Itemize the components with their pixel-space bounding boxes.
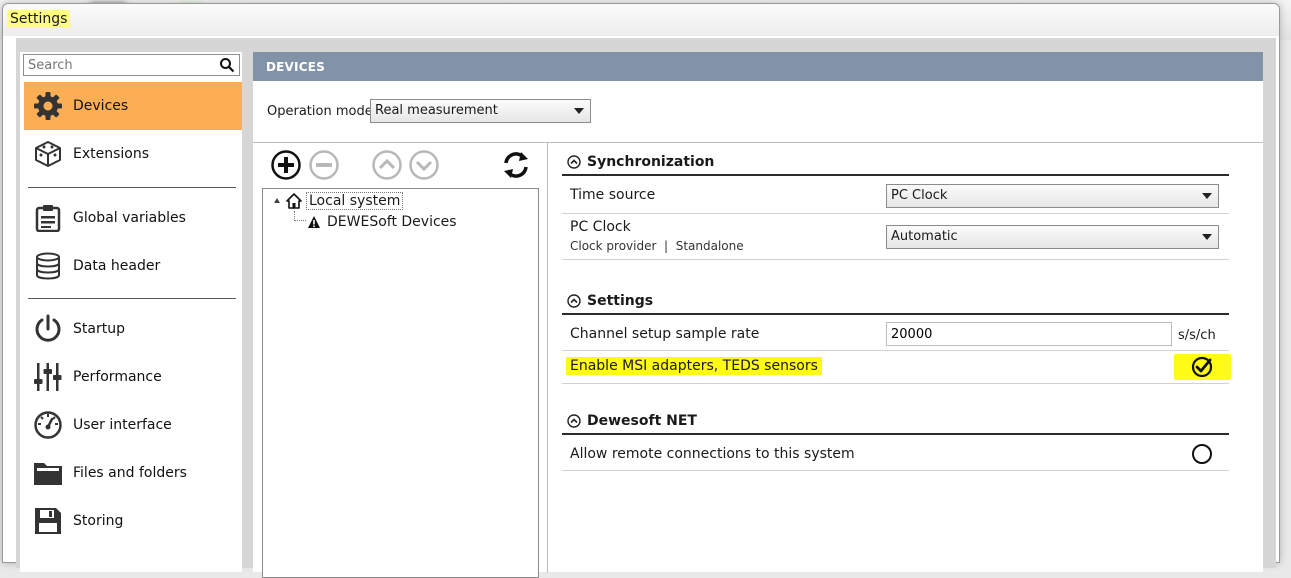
remove-device-button[interactable] bbox=[308, 149, 340, 181]
operation-mode-dropdown[interactable]: Real measurement bbox=[370, 99, 591, 123]
operation-mode-label: Operation mode bbox=[267, 104, 373, 119]
sidebar-item-label: Devices bbox=[73, 98, 129, 114]
sidebar-item-label: Startup bbox=[73, 321, 125, 337]
time-source-label: Time source bbox=[570, 187, 656, 203]
sidebar-item-label: Performance bbox=[73, 369, 162, 385]
panel-header: DEVICES bbox=[253, 52, 1263, 81]
power-icon bbox=[32, 313, 64, 345]
pc-clock-label: PC Clock bbox=[570, 219, 631, 235]
floppy-disk-icon bbox=[32, 505, 64, 537]
tree-expand-toggle[interactable] bbox=[274, 198, 280, 203]
sidebar-item-label: Extensions bbox=[73, 146, 150, 162]
devices-panel: DEVICES Operation mode Real measurement bbox=[253, 52, 1263, 578]
sidebar-divider bbox=[28, 298, 236, 299]
tree-item-local-system[interactable]: Local system bbox=[286, 191, 404, 211]
sample-rate-input[interactable] bbox=[886, 322, 1172, 346]
tree-item-label: Local system bbox=[306, 192, 404, 210]
chevron-up-icon bbox=[567, 414, 581, 428]
sidebar-item-storing[interactable]: Storing bbox=[24, 497, 242, 545]
section-title: Settings bbox=[587, 293, 654, 309]
window-title: Settings bbox=[7, 10, 71, 28]
cube-icon bbox=[32, 138, 64, 170]
remote-connections-row: Allow remote connections to this system bbox=[562, 437, 1229, 471]
sidebar-item-devices[interactable]: Devices bbox=[24, 82, 242, 130]
chevron-down-icon bbox=[1202, 234, 1212, 240]
section-title: Dewesoft NET bbox=[587, 413, 697, 429]
settings-window: Settings Search Devices Extensions Globa… bbox=[2, 3, 1280, 578]
tree-item-label: DEWESoft Devices bbox=[327, 214, 457, 230]
dewesoft-net-section-header[interactable]: Dewesoft NET bbox=[562, 409, 1229, 435]
search-input[interactable] bbox=[24, 55, 209, 75]
search-icon[interactable] bbox=[219, 57, 235, 73]
section-title: Synchronization bbox=[587, 154, 715, 170]
divider bbox=[253, 142, 1263, 143]
chevron-down-icon bbox=[574, 108, 584, 114]
msi-adapters-label: Enable MSI adapters, TEDS sensors bbox=[566, 357, 822, 375]
chevron-up-icon bbox=[567, 294, 581, 308]
home-icon bbox=[286, 193, 302, 209]
tree-connector bbox=[294, 211, 306, 221]
settings-section-header[interactable]: Settings bbox=[562, 289, 1229, 315]
gear-icon bbox=[32, 90, 64, 122]
clipboard-icon bbox=[32, 202, 64, 234]
sample-rate-unit: s/s/ch bbox=[1178, 328, 1216, 343]
device-tree: Local system DEWESoft Devices bbox=[262, 188, 539, 578]
chevron-up-icon bbox=[567, 155, 581, 169]
gauge-icon bbox=[32, 409, 64, 441]
sample-rate-label: Channel setup sample rate bbox=[570, 326, 760, 342]
title-bar: Settings bbox=[3, 4, 1279, 36]
pc-clock-value: Automatic bbox=[891, 229, 958, 244]
divider bbox=[547, 143, 548, 573]
operation-mode-value: Real measurement bbox=[375, 103, 498, 118]
sidebar-item-files-and-folders[interactable]: Files and folders bbox=[24, 449, 242, 497]
add-device-button[interactable] bbox=[270, 149, 302, 181]
remote-connections-checkbox[interactable] bbox=[1191, 443, 1213, 465]
sidebar-item-label: Files and folders bbox=[73, 465, 187, 481]
pc-clock-dropdown[interactable]: Automatic bbox=[886, 225, 1219, 249]
sidebar-item-extensions[interactable]: Extensions bbox=[24, 130, 242, 178]
sliders-icon bbox=[32, 361, 64, 393]
tree-item-dewesoft-devices[interactable]: DEWESoft Devices bbox=[307, 212, 457, 232]
move-up-button[interactable] bbox=[371, 149, 403, 181]
refresh-button[interactable] bbox=[500, 149, 532, 181]
folder-icon bbox=[32, 457, 64, 489]
database-icon bbox=[32, 250, 64, 282]
pc-clock-description: Clock provider | Standalone bbox=[570, 239, 744, 253]
settings-client-area: Devices Extens bbox=[16, 38, 1276, 578]
warning-icon bbox=[308, 216, 320, 228]
time-source-dropdown[interactable]: PC Clock bbox=[886, 184, 1219, 208]
synchronization-section-header[interactable]: Synchronization bbox=[562, 150, 1229, 176]
sidebar-item-label: Storing bbox=[73, 513, 124, 529]
sidebar-divider bbox=[28, 187, 236, 188]
search-box bbox=[23, 54, 240, 76]
sidebar-item-label: User interface bbox=[73, 417, 172, 433]
msi-adapters-row: Enable MSI adapters, TEDS sensors bbox=[562, 352, 1229, 384]
remote-connections-label: Allow remote connections to this system bbox=[570, 446, 855, 462]
sidebar-item-performance[interactable]: Performance bbox=[24, 353, 242, 401]
sidebar-item-global-variables[interactable]: Global variables bbox=[24, 194, 242, 242]
sidebar-item-startup[interactable]: Startup bbox=[24, 305, 242, 353]
time-source-value: PC Clock bbox=[891, 188, 948, 203]
sidebar-item-user-interface[interactable]: User interface bbox=[24, 401, 242, 449]
sidebar-item-label: Global variables bbox=[73, 210, 186, 226]
sidebar: Devices Extens bbox=[20, 52, 242, 572]
chevron-down-icon bbox=[1202, 193, 1212, 199]
sidebar-item-label: Data header bbox=[73, 258, 161, 274]
move-down-button[interactable] bbox=[408, 149, 440, 181]
sidebar-item-data-header[interactable]: Data header bbox=[24, 242, 242, 290]
msi-adapters-checkbox[interactable] bbox=[1191, 356, 1213, 378]
